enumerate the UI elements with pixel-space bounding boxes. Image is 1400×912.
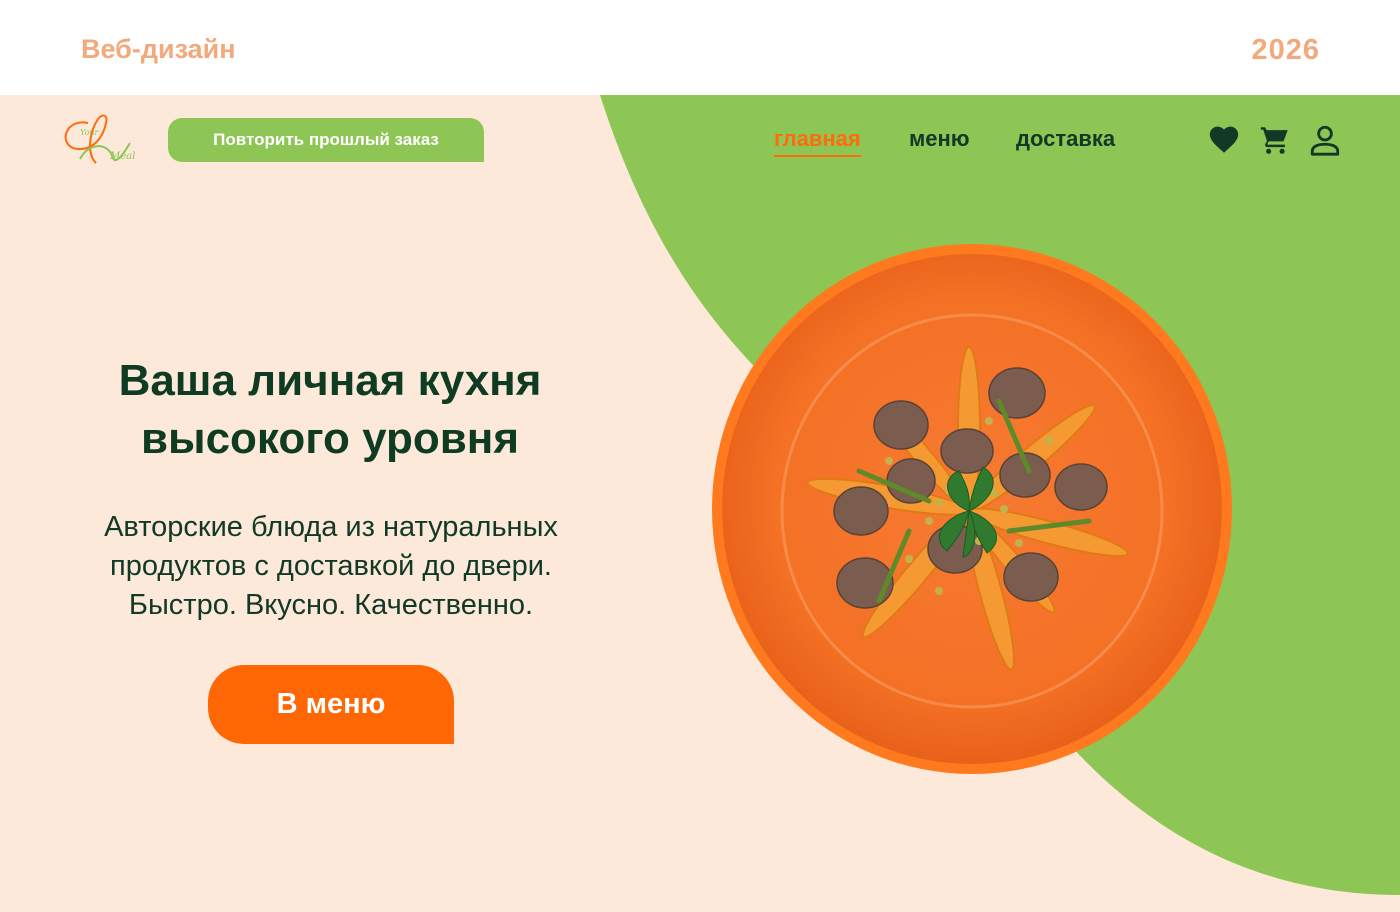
nav-item-menu[interactable]: меню [909, 126, 970, 152]
logo[interactable]: Your Meal [58, 113, 144, 169]
subtext-line-1: Авторские блюда из натуральных [104, 511, 558, 543]
subtext-line-2: продуктов с доставкой до двери. [110, 550, 552, 582]
hero-subtext: Авторские блюда из натуральных продуктов… [50, 508, 612, 625]
user-icon[interactable] [1308, 123, 1342, 157]
subtext-line-3: Быстро. Вкусно. Качественно. [128, 589, 534, 621]
to-menu-button[interactable]: В меню [208, 665, 454, 744]
heart-icon[interactable] [1207, 123, 1241, 157]
top-bar: Веб-дизайн 2026 [0, 0, 1400, 95]
hero-section: Your Meal Повторить прошлый заказ главна… [0, 95, 1400, 912]
nav-item-home[interactable]: главная [774, 126, 861, 157]
cart-icon[interactable] [1258, 123, 1292, 157]
logo-text-bottom: Meal [109, 151, 135, 162]
repeat-order-button[interactable]: Повторить прошлый заказ [168, 118, 484, 162]
headline-line-1: Ваша личная кухня [118, 356, 542, 405]
year-label: 2026 [1251, 34, 1320, 66]
headline-line-2: высокого уровня [140, 414, 520, 463]
nav-item-delivery[interactable]: доставка [1016, 126, 1115, 152]
hero-headline: Ваша личная кухня высокого уровня [60, 352, 600, 468]
food-plate-image [712, 244, 1232, 774]
category-label: Веб-дизайн [81, 34, 236, 64]
logo-text-top: Your [80, 128, 100, 137]
